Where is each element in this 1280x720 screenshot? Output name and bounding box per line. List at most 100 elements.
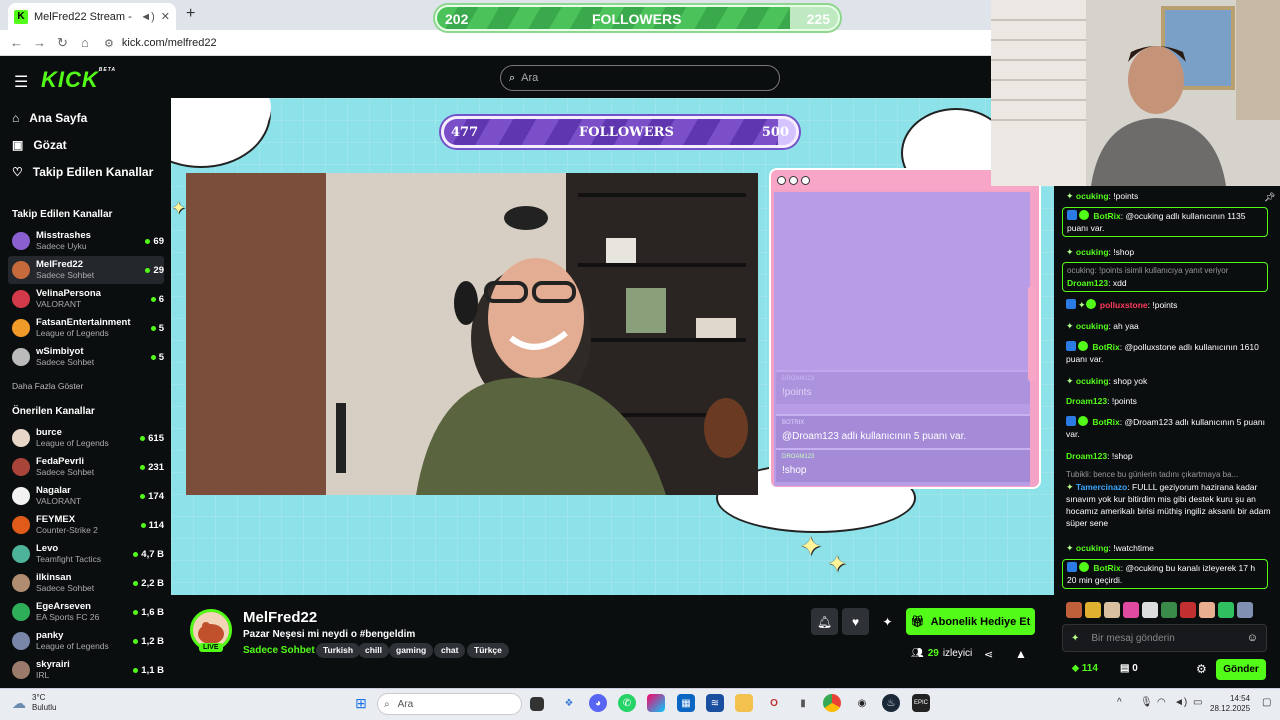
gift-subscription-button[interactable]: 🎁︎ Abonelik Hediye Et — [906, 608, 1035, 635]
emote-icon[interactable] — [1123, 602, 1139, 618]
recommended-channel[interactable]: panky League of Legends 1,2 B — [8, 627, 164, 655]
gear-icon[interactable]: ⚙ — [1196, 662, 1207, 676]
widgets-icon[interactable]: ❖ — [560, 694, 578, 712]
emote-icon[interactable] — [1237, 602, 1253, 618]
emote-icon[interactable] — [1104, 602, 1120, 618]
stream-video[interactable]: 477 FOLLOWERS 500 DROAM123 !points BOTRI… — [171, 98, 1054, 595]
chat-user[interactable]: BotRix — [1093, 563, 1120, 573]
followed-channel[interactable]: FatsanEntertainment League of Legends 5 — [8, 314, 164, 342]
chat-user[interactable]: Droam123 — [1067, 278, 1108, 288]
recommended-channel[interactable]: Levo Teamfight Tactics 4,7 B — [8, 540, 164, 568]
emote-icon[interactable] — [1199, 602, 1215, 618]
weather-widget[interactable]: ☁ 3°C Bulutlu — [12, 693, 56, 713]
back-icon[interactable]: ← — [10, 35, 23, 50]
close-tab-icon[interactable]: ✕ — [161, 10, 170, 23]
app-icon[interactable]: ≋ — [706, 694, 724, 712]
reload-icon[interactable]: ↻ — [57, 35, 68, 51]
chat-user[interactable]: Tamercinazo — [1076, 482, 1127, 492]
home-browser-icon[interactable]: ⌂ — [81, 35, 89, 50]
obs-icon[interactable]: ◉ — [853, 694, 871, 712]
emote-icon[interactable] — [1218, 602, 1234, 618]
speaker-icon[interactable]: ◄) — [140, 11, 155, 23]
nav-following[interactable]: ♡ Takip Edilen Kanallar — [12, 165, 153, 179]
chevron-up-icon[interactable]: ^ — [1117, 697, 1122, 708]
subscription-count[interactable]: ▤ 0 — [1120, 663, 1138, 674]
battery-icon[interactable]: ▭ — [1193, 697, 1202, 708]
forward-icon[interactable]: → — [33, 35, 46, 50]
taskbar-search[interactable]: ⌕ Ara — [377, 693, 522, 715]
chat-user[interactable]: ocuking — [1076, 321, 1109, 331]
recommended-channel[interactable]: FedaPevrli Sadece Sohbet 231 — [8, 453, 164, 481]
kick-logo[interactable]: KICKBETA — [41, 67, 116, 93]
copilot-icon[interactable] — [647, 694, 665, 712]
emote-icon[interactable] — [1066, 602, 1082, 618]
steam-icon[interactable]: ♨ — [882, 694, 900, 712]
epic-games-icon[interactable]: EPIC — [912, 694, 930, 712]
category-link[interactable]: Sadece Sohbet — [243, 645, 315, 656]
channel-points[interactable]: ⬥ 114 — [1072, 663, 1098, 674]
emote-icon[interactable] — [1142, 602, 1158, 618]
sparkle-icon[interactable]: ✦ — [1071, 633, 1079, 644]
windows-start-icon[interactable]: ⊞ — [352, 694, 370, 712]
tag[interactable]: chat — [434, 643, 466, 658]
discord-icon[interactable]: ◕ — [589, 694, 607, 712]
whatsapp-icon[interactable]: ✆ — [618, 694, 636, 712]
nav-home[interactable]: ⌂ Ana Sayfa — [12, 111, 87, 125]
chat-user[interactable]: Droam123 — [1066, 451, 1107, 461]
chat-user[interactable]: BotRix — [1093, 211, 1120, 221]
recommended-channel[interactable]: ilkinsan Sadece Sohbet 2,2 B — [8, 569, 164, 597]
followed-channel[interactable]: Misstrashes Sadece Uyku 69 — [8, 227, 164, 255]
menu-icon[interactable]: ☰ — [14, 72, 28, 92]
chat-user[interactable]: ocuking — [1076, 543, 1109, 553]
followed-channel[interactable]: wSimbiyot Sadece Sohbet 5 — [8, 343, 164, 371]
recommended-channel[interactable]: Nagalar VALORANT 174 — [8, 482, 164, 510]
sparkle-button[interactable]: ✦ — [874, 608, 901, 635]
nav-browse[interactable]: ▣ Gözat — [12, 138, 67, 152]
follow-button[interactable]: ♥ — [842, 608, 869, 635]
followed-channel[interactable]: MelFred22 Sadece Sohbet 29 — [8, 256, 164, 284]
volume-icon[interactable]: ◄) — [1174, 697, 1187, 708]
new-tab-icon[interactable]: + — [186, 5, 195, 23]
wifi-icon[interactable]: ◠ — [1157, 697, 1166, 708]
file-explorer-icon[interactable] — [735, 694, 753, 712]
recommended-channel[interactable]: skyrairi IRL 1,1 B — [8, 656, 164, 684]
chat-user[interactable]: ocuking — [1076, 191, 1109, 201]
clock[interactable]: 14:54 28.12.2025 — [1210, 694, 1250, 714]
recommended-channel[interactable]: FEYMEX Counter-Strike 2 114 — [8, 511, 164, 539]
url-field[interactable]: ⚙ kick.com/melfred22 — [104, 33, 984, 53]
tag[interactable]: chill — [358, 643, 390, 658]
tag[interactable]: Türkçe — [467, 643, 509, 658]
recommended-channel[interactable]: burce League of Legends 615 — [8, 424, 164, 452]
notification-bell-button[interactable]: 🔔︎ — [811, 608, 838, 635]
notification-icon[interactable]: ▢ — [1262, 697, 1271, 708]
microphone-icon[interactable]: 🎙︎ — [1140, 697, 1153, 708]
emoji-icon[interactable]: ☺ — [1247, 632, 1258, 644]
task-view-icon[interactable] — [530, 697, 544, 711]
chat-user[interactable]: BotRix — [1092, 342, 1119, 352]
store-icon[interactable]: ▦ — [677, 694, 695, 712]
chat-user[interactable]: polluxstone — [1100, 300, 1148, 310]
chat-user[interactable]: BotRix — [1092, 417, 1119, 427]
search-input[interactable]: ⌕ Ara — [500, 65, 780, 91]
warning-icon[interactable]: ▲ — [1015, 647, 1027, 661]
chat-user[interactable]: ocuking — [1076, 247, 1109, 257]
emote-icon[interactable] — [1161, 602, 1177, 618]
tag[interactable]: Turkish — [316, 643, 361, 658]
emote-icon[interactable] — [1085, 602, 1101, 618]
share-icon[interactable]: ⋖ — [984, 648, 993, 661]
recommended-channel[interactable]: EgeArseven EA Sports FC 26 1,6 B — [8, 598, 164, 626]
site-info-icon[interactable]: ⚙ — [104, 37, 114, 50]
tag[interactable]: gaming — [389, 643, 434, 658]
followed-channel[interactable]: VelinaPersona VALORANT 6 — [8, 285, 164, 313]
chat-user[interactable]: ocuking — [1076, 376, 1109, 386]
browser-tab[interactable]: K MelFred22 Stream - Watch ◄) ✕ — [8, 3, 176, 30]
chrome-icon[interactable] — [823, 694, 841, 712]
chat-user[interactable]: Droam123 — [1066, 396, 1107, 406]
emote-icon[interactable] — [1180, 602, 1196, 618]
show-more-link[interactable]: Daha Fazla Göster — [12, 381, 83, 391]
streamer-name[interactable]: MelFred22 — [243, 609, 317, 626]
chat-input[interactable]: ✦ Bir mesaj gönderin ☺ — [1062, 624, 1267, 652]
opera-icon[interactable]: O — [765, 694, 783, 712]
mouse-app-icon[interactable]: ▮ — [794, 694, 812, 712]
send-button[interactable]: Gönder — [1216, 659, 1266, 680]
